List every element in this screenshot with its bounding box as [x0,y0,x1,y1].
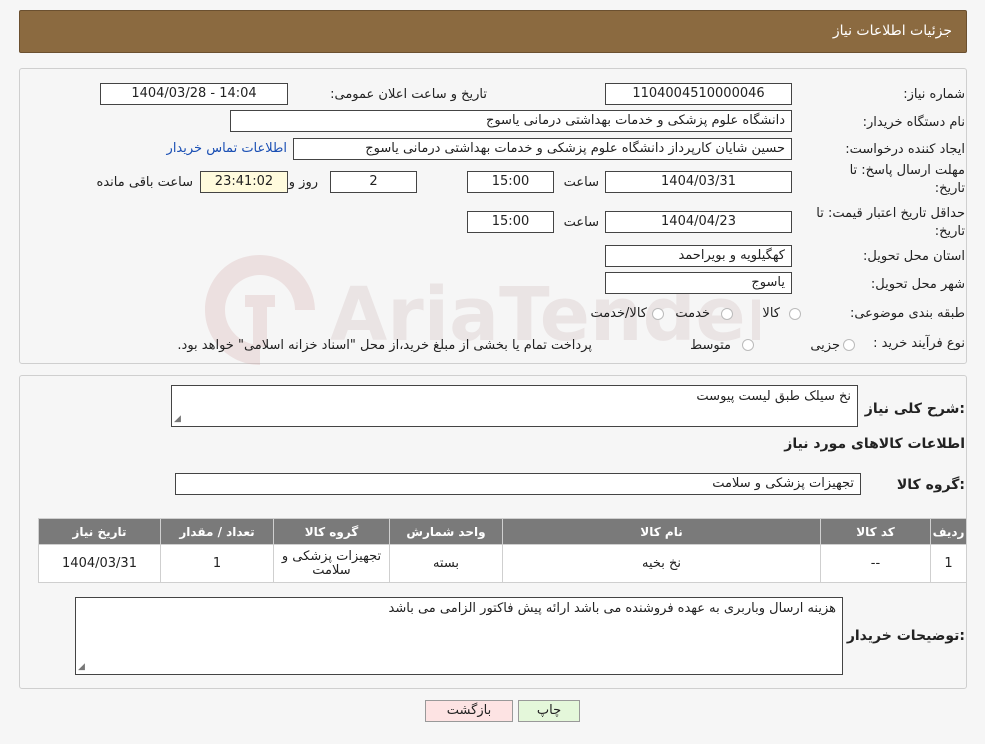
province-field[interactable]: کهگیلویه و بویراحمد [605,245,792,267]
col-header-item-name: نام کالا [502,518,821,545]
deadline-time-label: ساعت [563,175,599,190]
need-number-label: شماره نیاز: [903,87,965,102]
col-header-item-code: کد کالا [820,518,931,545]
category-radio-goods[interactable] [789,308,801,320]
process-label: نوع فرآیند خرید : [873,336,965,351]
process-radio-medium[interactable] [742,339,754,351]
category-option-goods: کالا [762,306,780,321]
resize-grip-icon[interactable]: ◢ [174,414,181,424]
buyer-contact-link[interactable]: اطلاعات تماس خریدار [167,141,287,156]
category-option-goods-service: کالا/خدمت [590,306,647,321]
back-button[interactable]: بازگشت [425,700,513,722]
goods-group-field[interactable]: تجهیزات پزشکی و سلامت [175,473,861,495]
process-option-minor: جزیی [810,338,840,353]
city-label: شهر محل تحویل: [870,277,965,292]
table-row: 1 -- نخ بخیه بسته تجهیزات پزشکی و سلامت … [38,544,967,583]
validity-date-field[interactable]: 1404/04/23 [605,211,792,233]
remaining-time-field[interactable]: 23:41:02 [200,171,288,193]
resize-grip-icon[interactable]: ◢ [78,662,85,672]
buyer-notes-label: توضیحات خریدار: [846,628,965,644]
description-textarea[interactable]: نخ سیلک طبق لیست پیوست ◢ [171,385,858,427]
deadline-label-line1: مهلت ارسال پاسخ: تا [849,163,965,178]
category-radio-goods-service[interactable] [652,308,664,320]
days-label: روز و [288,175,318,190]
buyer-notes-text: هزینه ارسال وباربری به عهده فروشنده می ب… [388,601,836,616]
description-text: نخ سیلک طبق لیست پیوست [696,389,851,404]
col-header-quantity: تعداد / مقدار [160,518,274,545]
cell-row-num: 1 [930,544,967,583]
description-label: شرح کلی نیاز: [864,401,965,417]
table-header-row: ردیف کد کالا نام کالا واحد شمارش گروه کا… [38,518,967,545]
announce-datetime-field[interactable]: 1404/03/28 - 14:04 [100,83,288,105]
cell-item-name: نخ بخیه [502,544,821,583]
items-table: ردیف کد کالا نام کالا واحد شمارش گروه کا… [38,518,967,583]
cell-item-code: -- [820,544,931,583]
remaining-time-label: ساعت باقی مانده [96,175,193,190]
deadline-date-field[interactable]: 1404/03/31 [605,171,792,193]
items-table-wrapper: ردیف کد کالا نام کالا واحد شمارش گروه کا… [38,518,967,588]
goods-group-label: گروه کالا: [896,477,965,493]
process-radio-minor[interactable] [843,339,855,351]
province-label: استان محل تحویل: [863,249,965,264]
deadline-label-line2: تاریخ: [934,181,965,196]
col-header-unit: واحد شمارش [389,518,503,545]
category-radio-service[interactable] [721,308,733,320]
days-remaining-field[interactable]: 2 [330,171,417,193]
goods-info-title: اطلاعات کالاهای مورد نیاز [784,436,965,452]
buyer-label: نام دستگاه خریدار: [862,115,965,130]
process-option-medium: متوسط [690,338,731,353]
category-label: طبقه بندی موضوعی: [849,306,965,321]
col-header-goods-group: گروه کالا [273,518,390,545]
page-title: جزئیات اطلاعات نیاز [832,23,952,39]
creator-label: ایجاد کننده درخواست: [845,142,965,157]
validity-time-label: ساعت [563,215,599,230]
city-field[interactable]: یاسوج [605,272,792,294]
creator-field[interactable]: حسین شایان کارپرداز دانشگاه علوم پزشکی و… [293,138,792,160]
cell-quantity: 1 [160,544,274,583]
deadline-time-field[interactable]: 15:00 [467,171,554,193]
print-button[interactable]: چاپ [518,700,580,722]
validity-label-line1: حداقل تاریخ اعتبار قیمت: تا [816,206,965,221]
col-header-need-date: تاریخ نیاز [38,518,161,545]
need-number-field[interactable]: 1104004510000046 [605,83,792,105]
validity-label-line2: تاریخ: [934,224,965,239]
cell-goods-group: تجهیزات پزشکی و سلامت [273,544,390,583]
announce-label: تاریخ و ساعت اعلان عمومی: [330,87,487,102]
cell-need-date: 1404/03/31 [38,544,161,583]
process-note: پرداخت تمام یا بخشی از مبلغ خرید،از محل … [177,338,592,353]
buyer-notes-textarea[interactable]: هزینه ارسال وباربری به عهده فروشنده می ب… [75,597,843,675]
col-header-row-num: ردیف [930,518,967,545]
cell-unit: بسته [389,544,503,583]
validity-time-field[interactable]: 15:00 [467,211,554,233]
buyer-field[interactable]: دانشگاه علوم پزشکی و خدمات بهداشتی درمان… [230,110,792,132]
page-header: جزئیات اطلاعات نیاز [19,10,967,53]
category-option-service: خدمت [675,306,710,321]
